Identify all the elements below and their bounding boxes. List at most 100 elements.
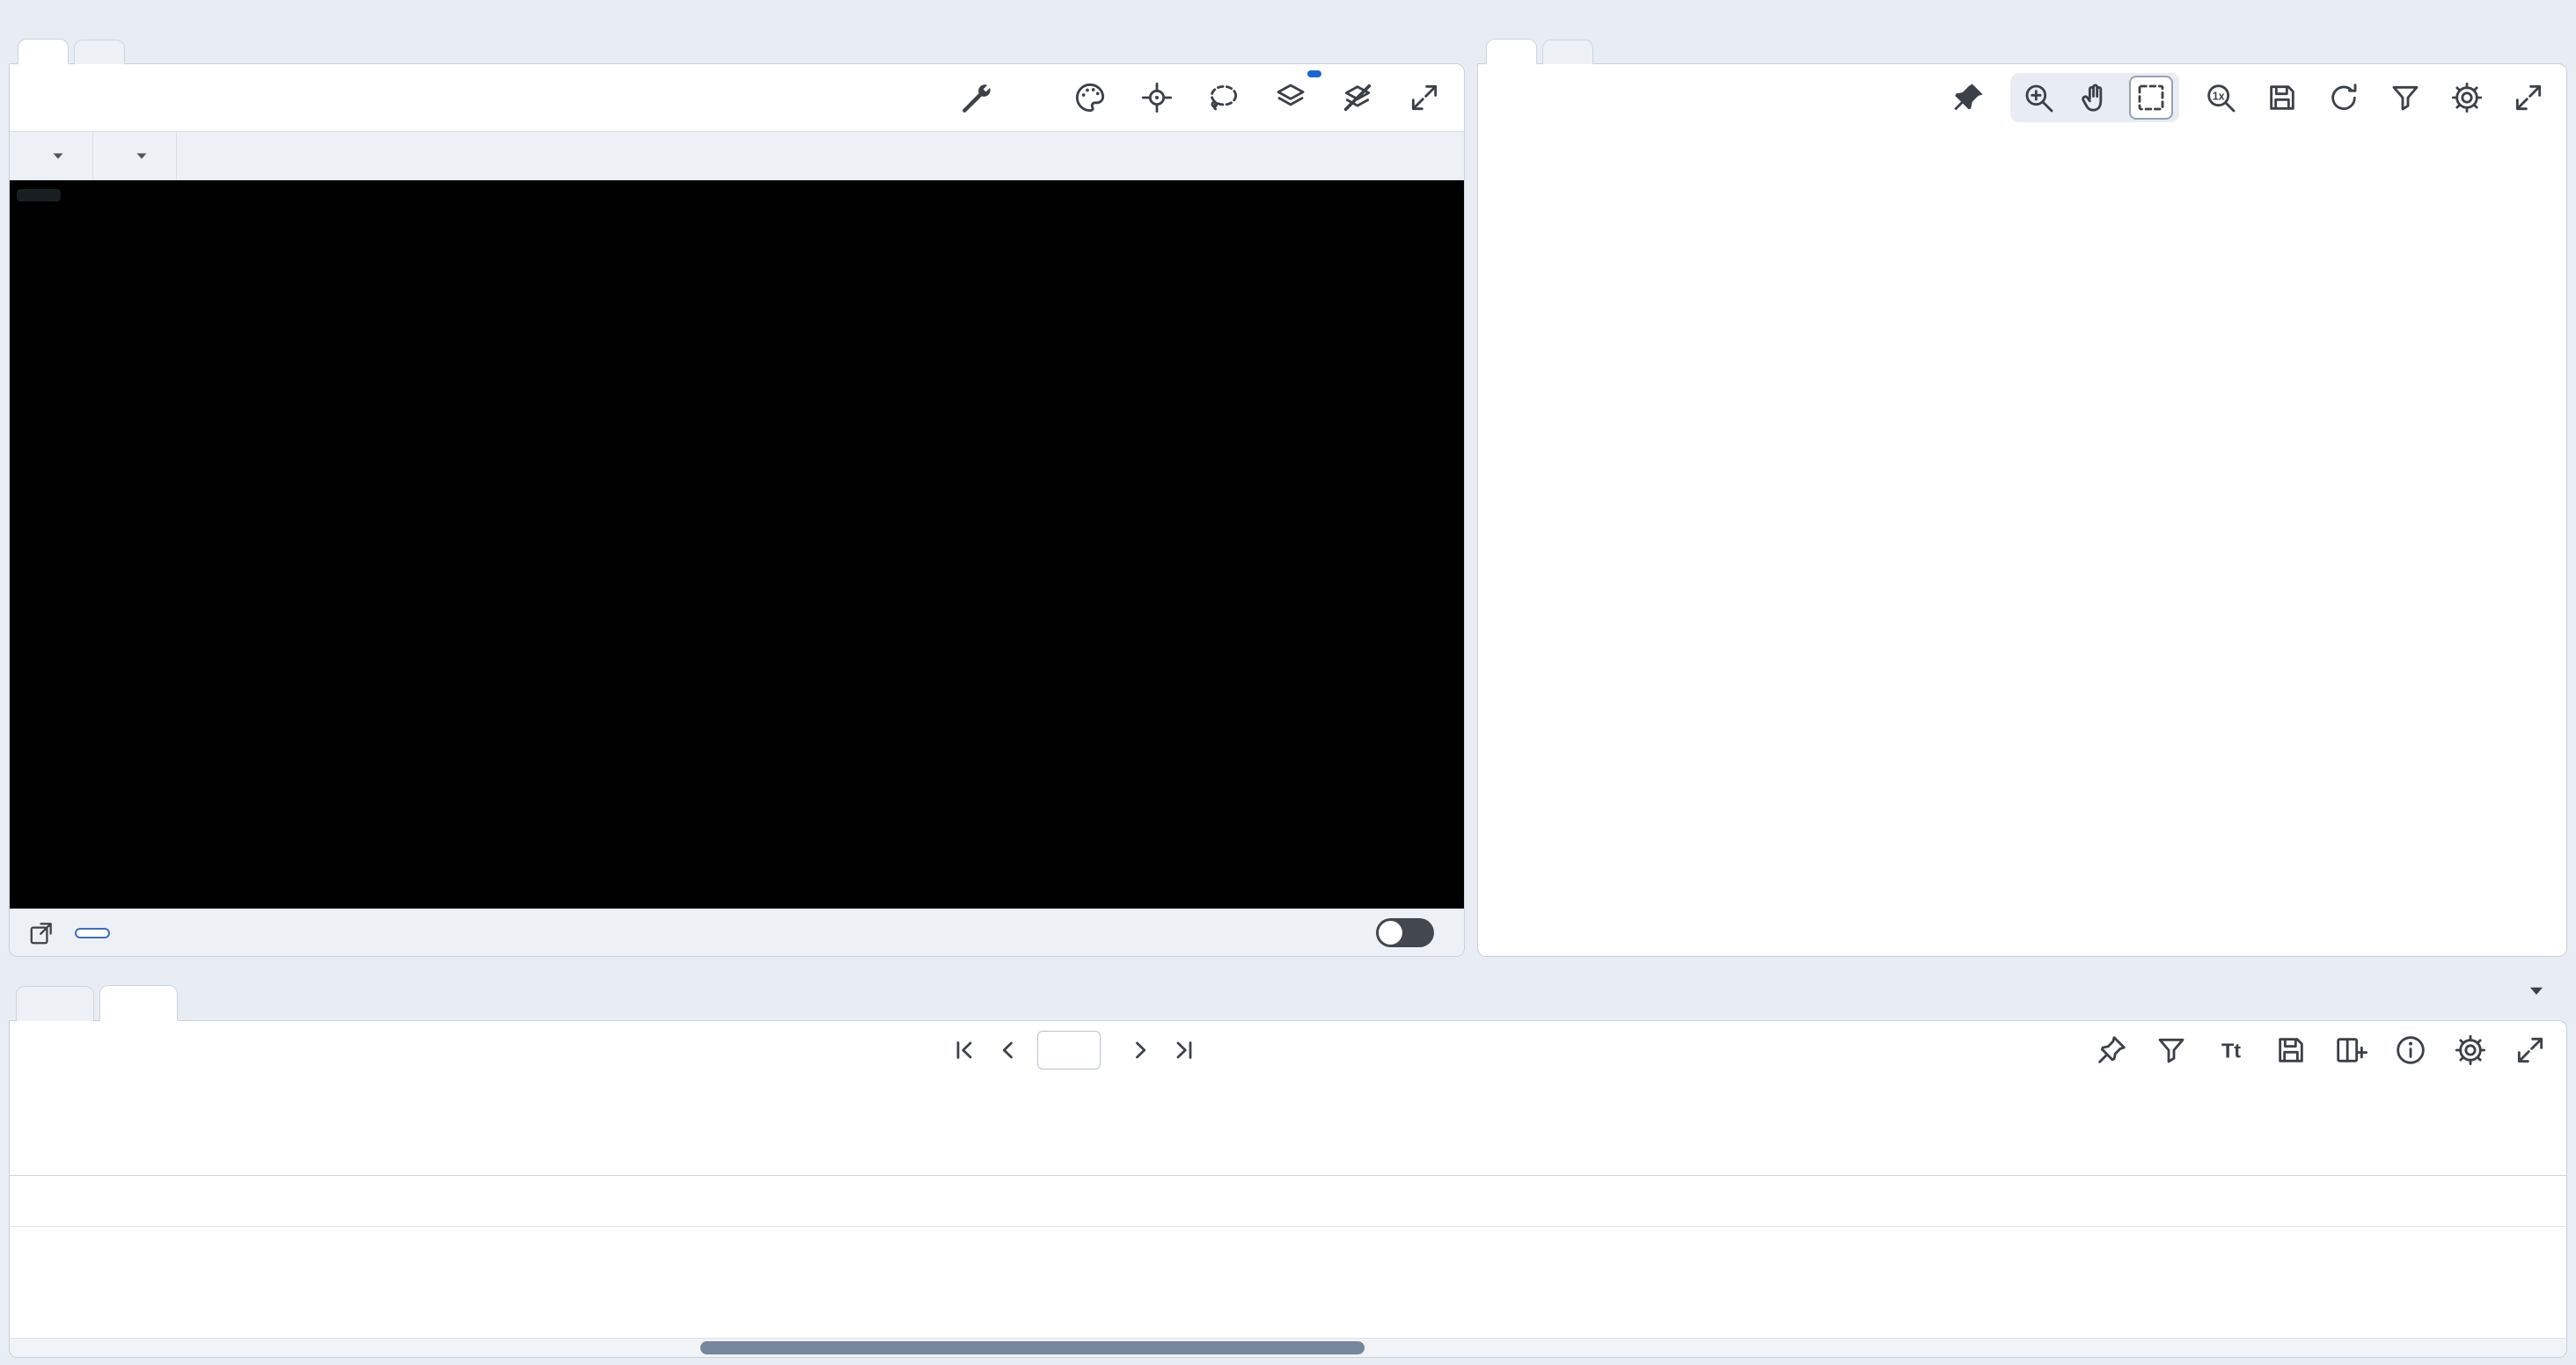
pin-outline-icon (2094, 1033, 2129, 1068)
chart-settings-button[interactable] (2447, 77, 2487, 118)
tab-coverage[interactable] (18, 39, 69, 64)
zoom-mode-button[interactable] (2018, 77, 2059, 118)
click-lock-toggle[interactable] (1376, 918, 1434, 947)
overlays-off-button[interactable] (1337, 77, 1378, 118)
restore-chart-button[interactable] (2324, 77, 2364, 118)
sky-view[interactable] (10, 180, 1464, 909)
add-column-icon (2333, 1033, 2368, 1068)
table-pagination (946, 1031, 1222, 1069)
coverage-tabbar (9, 7, 1465, 63)
coverage-panel (9, 7, 1465, 957)
svg-text:Tt: Tt (2221, 1039, 2241, 1062)
add-column-button[interactable] (2331, 1030, 2371, 1070)
coverage-statusbar (10, 909, 1464, 956)
horizontal-scrollbar[interactable] (10, 1338, 2566, 1357)
filter-table-button[interactable] (2151, 1030, 2192, 1070)
table-tab-data-int-1[interactable] (99, 985, 178, 1021)
overlays-off-icon (1340, 80, 1375, 115)
pin-table-button[interactable] (2091, 1030, 2132, 1070)
toggle-knob (1379, 921, 1402, 945)
pin-icon (1951, 80, 1987, 115)
top-row: 1x (9, 7, 2567, 957)
projection-dropdown[interactable] (93, 132, 177, 179)
table-grid (10, 1079, 2566, 1357)
chart-area (1478, 131, 2566, 956)
save-icon (2265, 80, 2300, 115)
chevron-right-icon (1127, 1037, 1153, 1063)
layers-icon (1273, 80, 1308, 115)
table-info-button[interactable] (2390, 1030, 2431, 1070)
table-tab-data-int[interactable] (16, 986, 94, 1021)
table-toolbar: Tt (10, 1021, 2566, 1079)
caret-down-icon (2525, 979, 2548, 1002)
save-chart-button[interactable] (2262, 77, 2302, 118)
scrollbar-thumb[interactable] (700, 1341, 1365, 1354)
table-header-row (10, 1079, 2566, 1176)
settings-gear-icon (2453, 1033, 2488, 1068)
table-panel: Tt (9, 969, 2567, 1358)
info-icon (2393, 1033, 2428, 1068)
expand-coverage-button[interactable] (1404, 77, 1445, 118)
select-mode-button[interactable] (2131, 77, 2171, 118)
coverage-controls (10, 131, 1464, 180)
settings-gear-icon (2449, 80, 2485, 115)
next-page-button[interactable] (1122, 1032, 1159, 1069)
color-palette-button[interactable] (1070, 77, 1110, 118)
pin-chart-button[interactable] (1949, 77, 1989, 118)
save-table-button[interactable] (2271, 1030, 2311, 1070)
expand-icon (2513, 1033, 2548, 1068)
coord-system-chip[interactable] (75, 928, 110, 938)
page-input[interactable] (1037, 1031, 1101, 1069)
table-filter-row (10, 1176, 2566, 1227)
table-tabstrip (9, 969, 2567, 1020)
open-new-icon (27, 919, 55, 947)
hips-moc-dropdown[interactable] (10, 132, 93, 179)
skip-first-icon (951, 1037, 977, 1063)
chart-panel: 1x (1477, 7, 2567, 957)
collapse-caret[interactable] (2525, 979, 2548, 1006)
expand-chart-button[interactable] (2508, 77, 2549, 118)
marquee-select-icon (2133, 80, 2169, 115)
zoom-original-button[interactable]: 1x (2200, 77, 2241, 118)
tools-icon (960, 80, 995, 115)
filter-icon (2154, 1033, 2189, 1068)
svg-text:1x: 1x (2213, 90, 2225, 102)
recenter-icon (1139, 80, 1175, 115)
text-view-icon: Tt (2214, 1033, 2249, 1068)
recenter-button[interactable] (1137, 77, 1177, 118)
caret-down-icon (48, 146, 68, 165)
status-dot-green (34, 996, 49, 1011)
pan-mode-button[interactable] (2075, 77, 2115, 118)
table-tools: Tt (2091, 1030, 2566, 1070)
status-dot-red (118, 996, 133, 1011)
skip-last-icon (1171, 1037, 1197, 1063)
expand-icon (2511, 80, 2546, 115)
filter-chart-button[interactable] (2385, 77, 2426, 118)
text-view-button[interactable]: Tt (2211, 1030, 2251, 1070)
tab-details[interactable] (1542, 40, 1593, 64)
tab-data-product[interactable] (74, 40, 125, 64)
chevron-left-icon (995, 1037, 1021, 1063)
table-settings-button[interactable] (2450, 1030, 2491, 1070)
caret-down-icon (132, 146, 151, 165)
prev-page-button[interactable] (990, 1032, 1027, 1069)
sky-overlay (10, 180, 1464, 909)
hips-survey-label (17, 189, 61, 201)
first-page-button[interactable] (946, 1032, 983, 1069)
filter-icon (2388, 80, 2423, 115)
zoom-in-icon (2021, 80, 2056, 115)
chart-tabbar (1477, 7, 2567, 63)
scatter-svg[interactable] (1478, 131, 2566, 956)
lasso-select-button[interactable] (1204, 77, 1244, 118)
lasso-select-icon (1206, 80, 1241, 115)
color-palette-icon (1072, 80, 1108, 115)
popout-viewer-button[interactable] (24, 916, 59, 951)
chart-mode-group (2010, 73, 2179, 122)
last-page-button[interactable] (1166, 1032, 1203, 1069)
chart-toolbar: 1x (1478, 64, 2566, 131)
tab-active-chart[interactable] (1486, 39, 1537, 64)
expand-table-button[interactable] (2510, 1030, 2550, 1070)
tools-button[interactable] (957, 77, 998, 118)
layers-button[interactable] (1270, 77, 1311, 118)
pan-hand-icon (2077, 80, 2112, 115)
